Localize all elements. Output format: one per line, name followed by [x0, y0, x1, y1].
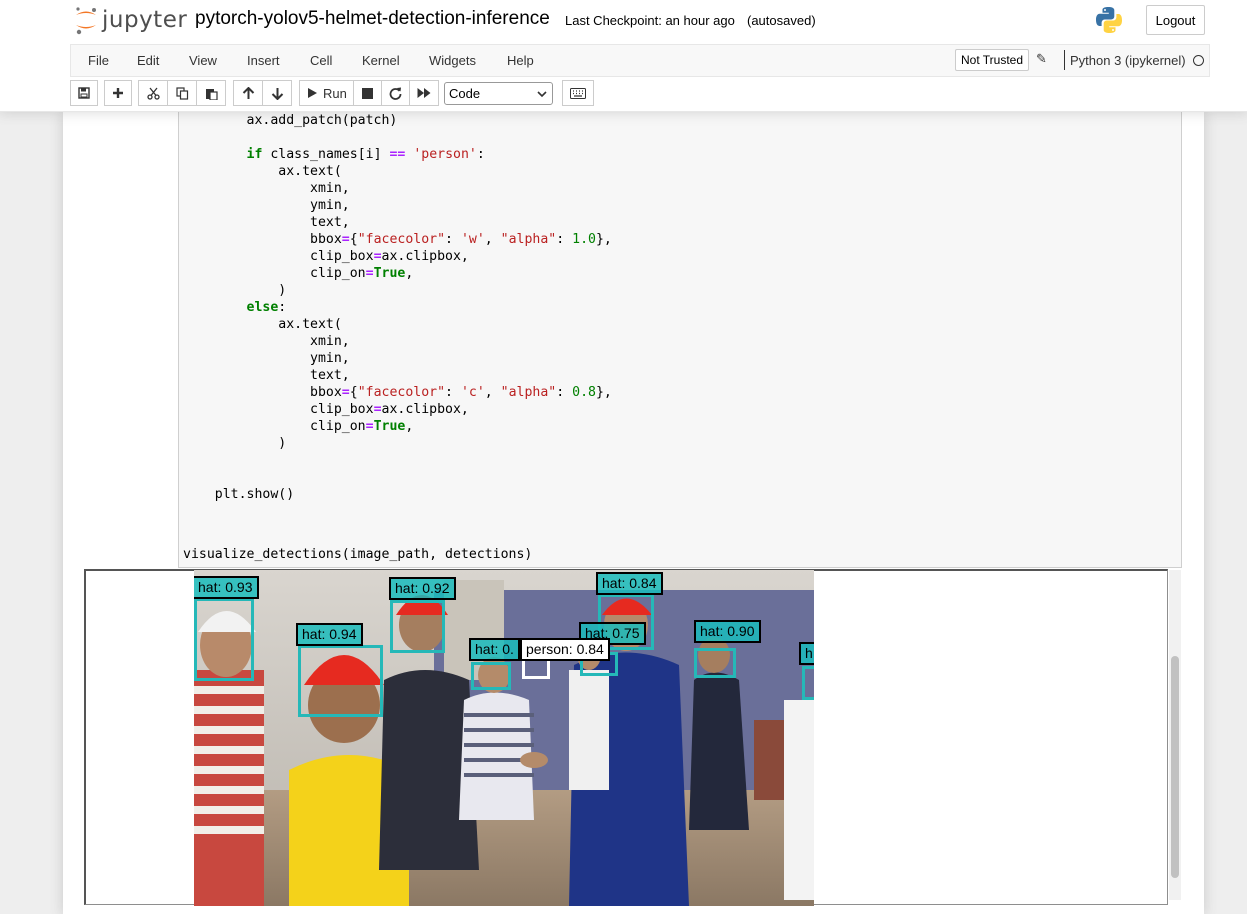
restart-icon — [389, 87, 402, 100]
jupyter-logo-text: jupyter — [102, 7, 188, 33]
code-line: ax.add_patch(patch) — [183, 113, 398, 128]
arrow-down-icon — [271, 87, 283, 100]
restart-run-all-button[interactable] — [409, 80, 439, 106]
code-line-call[interactable]: visualize_detections(image_path, detecti… — [183, 546, 532, 563]
code-line: bbox={"facecolor": 'c', "alpha": 0.8}, — [183, 385, 612, 400]
checkpoint-status: Last Checkpoint: an hour ago — [565, 13, 735, 28]
code-line: ) — [183, 283, 287, 298]
code-line: bbox={"facecolor": 'w', "alpha": 1.0}, — [183, 232, 612, 247]
detection-label: hat: 0.94 — [296, 623, 363, 646]
menu-bar: File Edit View Insert Cell Kernel Widget… — [70, 44, 1210, 77]
move-up-button[interactable] — [233, 80, 263, 106]
cut-icon — [146, 87, 160, 100]
menu-kernel[interactable]: Kernel — [362, 53, 400, 68]
menu-cell[interactable]: Cell — [310, 53, 332, 68]
save-button[interactable] — [70, 80, 98, 106]
menu-insert[interactable]: Insert — [247, 53, 280, 68]
code-line: xmin, — [183, 334, 350, 349]
autosave-status: (autosaved) — [747, 13, 816, 28]
paste-icon — [205, 88, 218, 100]
code-line: ymin, — [183, 198, 350, 213]
code-line: clip_box=ax.clipbox, — [183, 402, 469, 417]
detection-box-hat-3 — [390, 600, 445, 653]
run-icon — [308, 88, 317, 98]
interrupt-kernel-button[interactable] — [353, 80, 382, 106]
menu-widgets[interactable]: Widgets — [429, 53, 476, 68]
python-logo-icon — [1096, 7, 1122, 33]
run-label: Run — [323, 85, 347, 101]
restart-kernel-button[interactable] — [381, 80, 410, 106]
jupyter-logo-icon — [76, 7, 96, 35]
stop-icon — [362, 87, 373, 99]
code-line: clip_on=True, — [183, 266, 414, 281]
plus-icon — [113, 88, 123, 98]
notebook-container: ax.add_patch(patch) if class_names[i] ==… — [63, 112, 1204, 914]
code-line: if class_names[i] == 'person': — [246, 147, 485, 162]
fast-forward-icon — [417, 88, 431, 98]
code-line: text, — [183, 215, 350, 230]
copy-button[interactable] — [167, 80, 197, 106]
move-down-button[interactable] — [262, 80, 292, 106]
code-line: clip_on=True, — [183, 419, 414, 434]
detection-label: h — [799, 642, 814, 665]
cell-type-value: Code — [449, 86, 481, 101]
menu-help[interactable]: Help — [507, 53, 534, 68]
detection-label: hat: 0.93 — [194, 576, 259, 599]
pencil-icon[interactable]: ✎ — [1036, 51, 1047, 67]
detection-box-hat-2 — [298, 645, 383, 717]
code-line: text, — [183, 368, 350, 383]
detection-label: hat: 0.90 — [694, 620, 761, 643]
menu-file[interactable]: File — [88, 53, 109, 68]
menu-view[interactable]: View — [189, 53, 217, 68]
code-editor[interactable]: ax.add_patch(patch) if class_names[i] ==… — [183, 112, 612, 503]
code-line: ) — [183, 436, 287, 451]
not-trusted-button[interactable]: Not Trusted — [955, 49, 1030, 71]
arrow-up-icon — [242, 86, 254, 99]
save-icon — [78, 87, 90, 99]
kernel-name: Python 3 (ipykernel) — [1070, 53, 1186, 68]
cell-type-select[interactable]: Code — [444, 82, 553, 105]
code-line: plt.show() — [183, 487, 295, 502]
detection-label: hat: 0.92 — [389, 577, 456, 600]
logout-button[interactable]: Logout — [1146, 5, 1205, 35]
detection-box-hat-1 — [194, 598, 254, 681]
paste-button[interactable] — [196, 80, 226, 106]
code-line: ax.text( — [183, 164, 342, 179]
detection-label: hat: 0. — [469, 638, 520, 661]
keyboard-icon — [570, 87, 586, 99]
code-line: ax.text( — [183, 317, 342, 332]
code-line: else: — [246, 300, 287, 315]
notebook-toolbar: Run Code — [70, 80, 1210, 107]
notebook-name[interactable]: pytorch-yolov5-helmet-detection-inferenc… — [195, 8, 550, 30]
code-line: clip_box=ax.clipbox, — [183, 249, 469, 264]
insert-cell-button[interactable] — [104, 80, 132, 106]
jupyter-logo[interactable]: jupyter — [74, 4, 187, 36]
copy-icon — [175, 86, 188, 100]
kernel-separator — [1064, 50, 1065, 70]
chevron-down-icon — [537, 91, 547, 98]
detection-label-person: person: 0.84 — [520, 638, 610, 661]
code-line: xmin, — [183, 181, 350, 196]
detection-label: hat: 0.84 — [596, 572, 663, 595]
detection-box-hat-8 — [802, 666, 814, 700]
run-button[interactable]: Run — [299, 80, 354, 106]
cut-button[interactable] — [138, 80, 168, 106]
detection-output-image: hat: 0.93 hat: 0.92 hat: 0.84 hat: 0.94 … — [194, 570, 814, 906]
detection-box-hat-7 — [694, 648, 736, 678]
notebook-header: jupyter pytorch-yolov5-helmet-detection-… — [0, 0, 1247, 112]
code-line: ymin, — [183, 351, 350, 366]
kernel-idle-indicator-icon — [1193, 55, 1204, 66]
command-palette-button[interactable] — [562, 80, 594, 106]
output-scrollbar-thumb[interactable] — [1171, 656, 1179, 878]
menu-edit[interactable]: Edit — [137, 53, 159, 68]
detection-box-hat-5 — [471, 662, 511, 690]
